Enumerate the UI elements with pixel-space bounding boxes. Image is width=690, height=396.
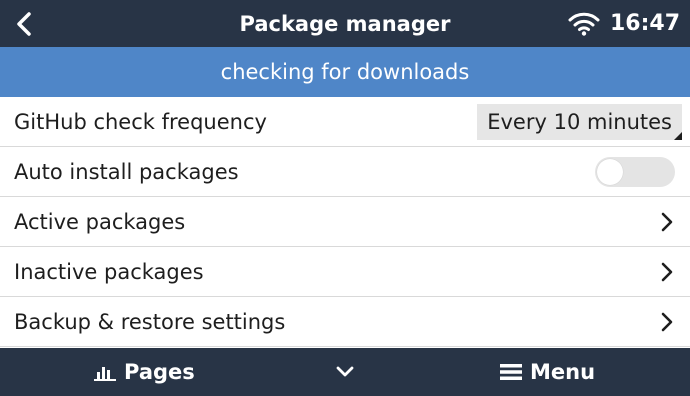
- pages-label: Pages: [124, 360, 195, 384]
- bottom-bar: Pages Menu: [0, 348, 690, 396]
- auto-install-packages-row[interactable]: Auto install packages: [0, 147, 690, 197]
- github-check-frequency-label: GitHub check frequency: [14, 109, 267, 134]
- wifi-icon: [568, 12, 600, 36]
- chevron-right-icon: [658, 210, 676, 234]
- back-button[interactable]: [10, 8, 38, 40]
- menu-button[interactable]: Menu: [500, 348, 595, 396]
- active-packages-row[interactable]: Active packages: [0, 197, 690, 247]
- active-packages-label: Active packages: [14, 209, 186, 234]
- chevron-down-icon: [336, 366, 354, 377]
- chevron-left-icon: [17, 12, 31, 36]
- settings-list: GitHub check frequency Every 10 minutes …: [0, 97, 690, 347]
- auto-install-toggle[interactable]: [595, 156, 675, 187]
- top-bar: Package manager 16:47: [0, 0, 690, 47]
- github-check-frequency-row[interactable]: GitHub check frequency Every 10 minutes: [0, 97, 690, 147]
- clock: 16:47: [609, 11, 680, 36]
- backup-restore-settings-label: Backup & restore settings: [14, 309, 286, 334]
- inactive-packages-label: Inactive packages: [14, 259, 204, 284]
- status-banner: checking for downloads: [0, 47, 690, 97]
- hamburger-menu-icon: [500, 364, 522, 380]
- bar-chart-icon: [94, 367, 116, 381]
- backup-restore-settings-row[interactable]: Backup & restore settings: [0, 297, 690, 347]
- auto-install-packages-label: Auto install packages: [14, 159, 239, 184]
- chevron-right-icon: [658, 310, 676, 334]
- toggle-knob: [597, 158, 623, 185]
- status-area: 16:47: [568, 0, 680, 47]
- dropdown-corner-icon: [674, 131, 682, 140]
- collapse-button[interactable]: [333, 348, 357, 396]
- menu-label: Menu: [530, 360, 596, 384]
- inactive-packages-row[interactable]: Inactive packages: [0, 247, 690, 297]
- chevron-right-icon: [658, 260, 676, 284]
- github-check-frequency-select[interactable]: Every 10 minutes: [477, 103, 682, 140]
- github-check-frequency-value: Every 10 minutes: [487, 109, 672, 134]
- pages-button[interactable]: Pages: [94, 348, 195, 396]
